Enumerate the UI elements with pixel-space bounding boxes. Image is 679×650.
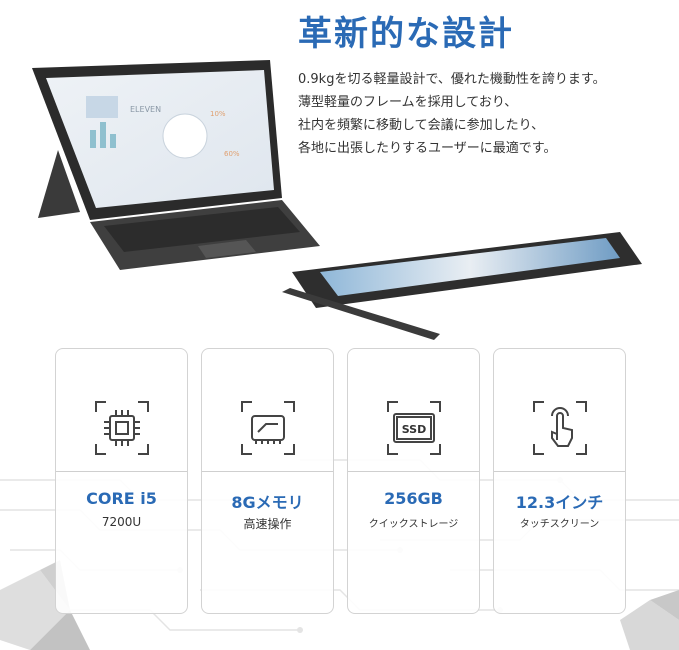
spec-subtitle: 7200U bbox=[101, 515, 142, 529]
spec-subtitle: クイックストレージ bbox=[368, 519, 459, 530]
spec-card-memory: 8Gメモリ 高速操作 bbox=[201, 348, 334, 614]
spec-subtitle: タッチスクリーン bbox=[519, 519, 600, 530]
memory-module-icon bbox=[241, 401, 295, 455]
spec-title: CORE i5 bbox=[86, 489, 157, 508]
ssd-label: SSD bbox=[402, 423, 426, 436]
spec-subtitle: 高速操作 bbox=[243, 517, 292, 531]
polygon-decoration-right bbox=[620, 590, 679, 650]
spec-title: 256GB bbox=[384, 489, 443, 508]
touch-hand-icon bbox=[533, 401, 587, 455]
card-divider bbox=[494, 471, 625, 472]
card-divider bbox=[56, 471, 187, 472]
spec-card-display: 12.3インチ タッチスクリーン bbox=[493, 348, 626, 614]
product-illustration: ELEVEN 10% 60% bbox=[32, 60, 642, 340]
page-title: 革新的な設計 bbox=[298, 14, 514, 54]
spec-card-cpu: CORE i5 7200U bbox=[55, 348, 188, 614]
svg-text:10%: 10% bbox=[210, 110, 226, 118]
spec-title: 8Gメモリ bbox=[231, 493, 304, 512]
spec-title: 12.3インチ bbox=[515, 493, 604, 512]
card-divider bbox=[348, 471, 479, 472]
cpu-chip-icon bbox=[95, 401, 149, 455]
svg-text:ELEVEN: ELEVEN bbox=[130, 105, 161, 114]
spec-card-storage: SSD 256GB クイックストレージ bbox=[347, 348, 480, 614]
svg-text:60%: 60% bbox=[224, 150, 240, 158]
card-divider bbox=[202, 471, 333, 472]
ssd-icon: SSD bbox=[387, 401, 441, 455]
